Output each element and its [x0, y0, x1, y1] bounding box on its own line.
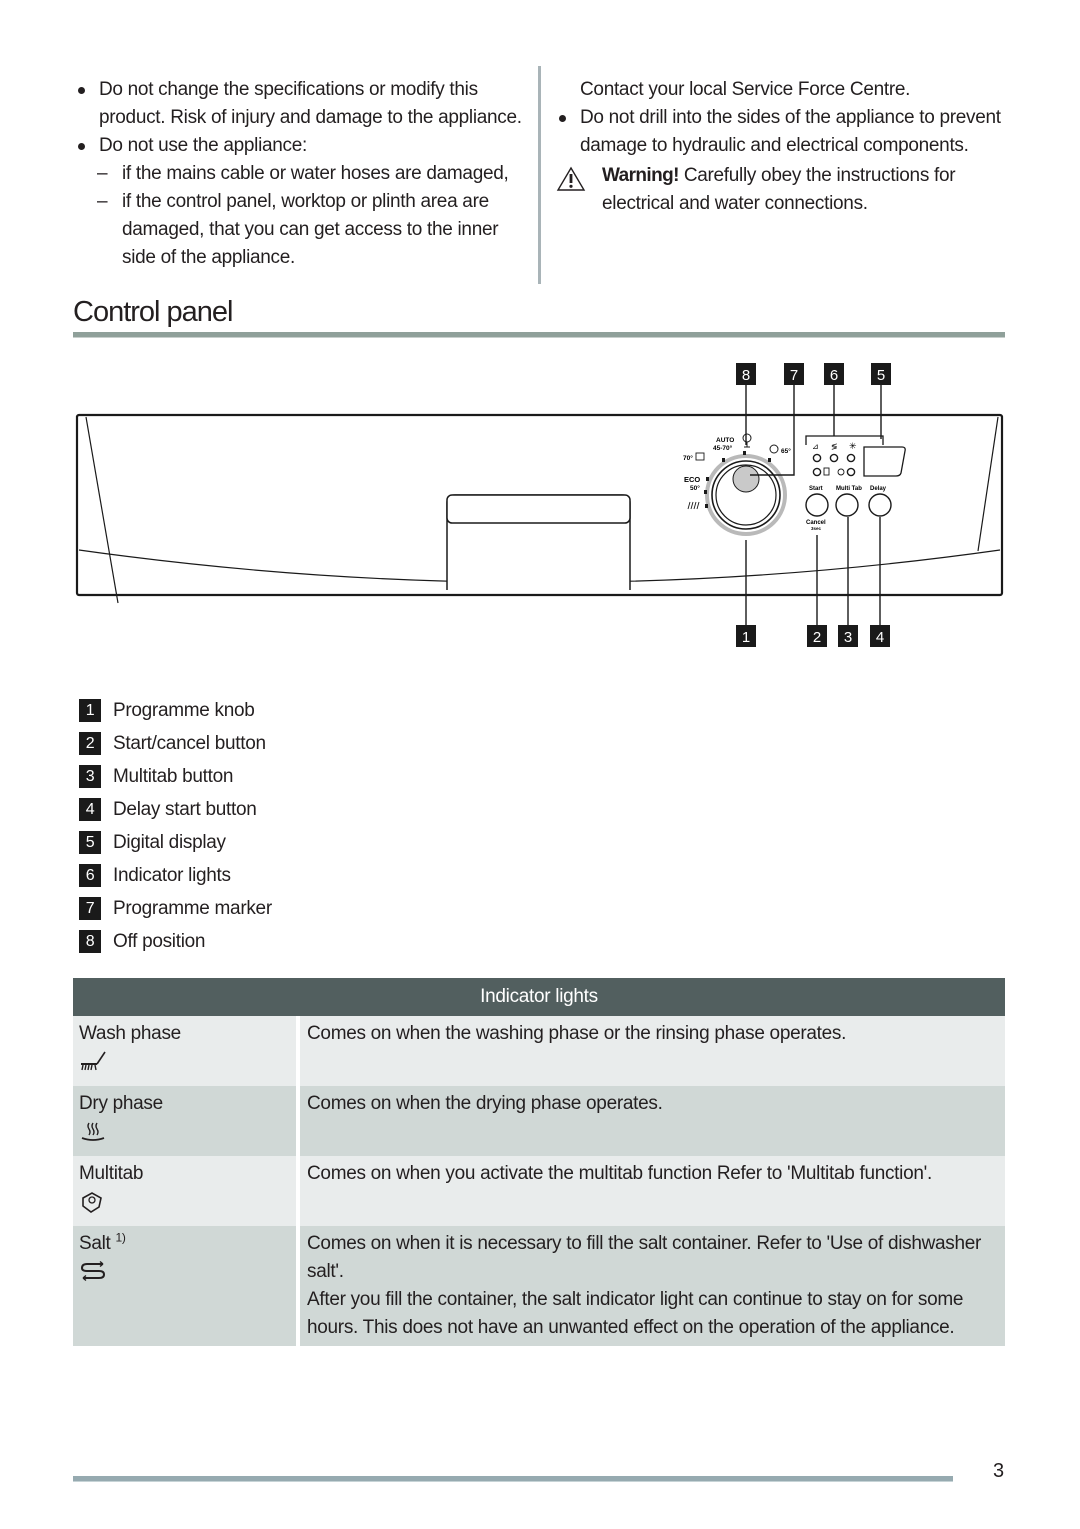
start-label: Start	[809, 486, 823, 492]
indicator-name: Dry phase	[79, 1093, 163, 1114]
legend-label: Off position	[113, 930, 206, 952]
knob-grip	[732, 465, 760, 493]
callout-3: 3	[838, 625, 858, 647]
legend-item: 1 Programme knob	[79, 694, 272, 727]
callout-6: 6	[824, 363, 844, 385]
sub-item: if the control panel, worktop or plinth …	[75, 188, 525, 272]
warning-label: Warning!	[602, 165, 679, 186]
callout-8: 8	[736, 363, 756, 385]
footer-rule	[73, 1476, 953, 1482]
legend-number: 2	[79, 732, 101, 755]
bullet-item: Do not use the appliance:	[75, 132, 525, 160]
legend-label: Start/cancel button	[113, 732, 266, 754]
warning-note: Warning! Carefully obey the instructions…	[556, 162, 1006, 218]
indicator-description: Comes on when the drying phase operates.	[307, 1093, 663, 1114]
legend-label: Indicator lights	[113, 864, 231, 886]
warning-icon	[556, 166, 586, 191]
dry-phase-icon: ✳	[849, 441, 857, 451]
legend-number: 7	[79, 897, 101, 920]
legend-item: 6 Indicator lights	[79, 859, 272, 892]
legend-number: 5	[79, 831, 101, 854]
dial-label-intensive: 70°	[683, 454, 693, 462]
start-cancel-button[interactable]	[805, 493, 829, 517]
legend-label: Programme knob	[113, 699, 255, 721]
legend-item: 3 Multitab button	[79, 760, 272, 793]
svg-text:7: 7	[790, 367, 798, 384]
legend-item: 2 Start/cancel button	[79, 727, 272, 760]
delay-label: Delay	[870, 486, 887, 492]
svg-text:6: 6	[830, 367, 838, 384]
wash-phase-icon: ⊿	[812, 442, 819, 451]
legend-number: 4	[79, 798, 101, 821]
dial-label-eco: ECO	[684, 475, 700, 484]
footnote-marker: 1)	[115, 1230, 126, 1245]
indicator-description: After you fill the container, the salt i…	[307, 1289, 964, 1338]
right-column: Contact your local Service Force Centre.…	[556, 76, 1006, 218]
cancel-sub-label: 3sec	[811, 526, 822, 531]
indicator-name: Wash phase	[79, 1023, 181, 1044]
callout-1: 1	[736, 625, 756, 647]
legend-label: Digital display	[113, 831, 226, 853]
indicator-name: Salt	[79, 1233, 111, 1254]
dial-label-eco-temp: 50°	[690, 484, 700, 492]
legend-label: Delay start button	[113, 798, 257, 820]
legend-item: 7 Programme marker	[79, 892, 272, 925]
salt-icon: ≶	[831, 442, 838, 451]
legend-number: 3	[79, 765, 101, 788]
table-row: Wash phase Comes on when the washing pha…	[73, 1016, 1005, 1086]
control-panel-diagram: AUTO 45-70° 65° 70° ECO 50° ⊿ ≶ ✳ Start …	[75, 363, 1004, 647]
salt-icon	[80, 1260, 106, 1282]
bullet-item: Do not drill into the sides of the appli…	[556, 104, 1006, 160]
left-column: Do not change the specifications or modi…	[75, 76, 525, 272]
page-number: 3	[993, 1460, 1005, 1482]
multitab-label: Multi Tab	[836, 486, 862, 492]
digital-display	[863, 446, 906, 477]
legend-label: Multitab button	[113, 765, 234, 787]
delay-button[interactable]	[868, 493, 892, 517]
table-row: Multitab Comes on when you activate the …	[73, 1156, 1005, 1226]
sub-item: if the mains cable or water hoses are da…	[75, 160, 525, 188]
table-row: Salt 1) Comes on when it is necessary to…	[73, 1226, 1005, 1346]
legend-number: 8	[79, 930, 101, 953]
indicator-description: Comes on when you activate the multitab …	[307, 1163, 932, 1184]
wash-phase-icon	[81, 1051, 106, 1071]
legend-number: 6	[79, 864, 101, 887]
section-rule	[73, 332, 1005, 338]
callout-4: 4	[870, 625, 890, 647]
bullet-item: Do not change the specifications or modi…	[75, 76, 525, 132]
svg-text:1: 1	[742, 629, 750, 646]
table-row: Dry phase Comes on when the drying phase…	[73, 1086, 1005, 1156]
door-handle-top	[446, 494, 631, 524]
legend-item: 5 Digital display	[79, 826, 272, 859]
svg-text:5: 5	[877, 367, 885, 384]
diagram-legend: 1 Programme knob 2 Start/cancel button 3 Mu…	[79, 694, 272, 958]
svg-text:2: 2	[813, 629, 821, 646]
svg-text:4: 4	[876, 629, 884, 646]
indicator-name: Multitab	[79, 1163, 144, 1184]
legend-item: 8 Off position	[79, 925, 272, 958]
indicator-description: Comes on when the washing phase or the r…	[307, 1023, 847, 1044]
multitab-button[interactable]	[835, 493, 859, 517]
svg-text:3: 3	[844, 629, 852, 646]
dial-label-quick: 65°	[781, 447, 791, 455]
continuation-text: Contact your local Service Force Centre.	[580, 79, 911, 100]
table-title: Indicator lights	[73, 978, 1005, 1016]
legend-item: 4 Delay start button	[79, 793, 272, 826]
indicator-description: Comes on when it is necessary to fill th…	[307, 1233, 982, 1282]
dry-phase-icon	[81, 1122, 105, 1141]
dial-label-auto: AUTO	[716, 437, 734, 444]
indicator-lights-table: Indicator lights Wash phase Comes on whe…	[73, 978, 1005, 1346]
svg-text:8: 8	[742, 367, 750, 384]
legend-number: 1	[79, 699, 101, 722]
multitab-icon	[82, 1192, 102, 1213]
section-title: Control panel	[73, 296, 233, 328]
callout-2: 2	[807, 625, 827, 647]
column-divider	[538, 66, 541, 284]
legend-label: Programme marker	[113, 897, 272, 919]
callout-7: 7	[784, 363, 804, 385]
callout-5: 5	[871, 363, 891, 385]
dial-label-auto-temp: 45-70°	[713, 444, 733, 452]
